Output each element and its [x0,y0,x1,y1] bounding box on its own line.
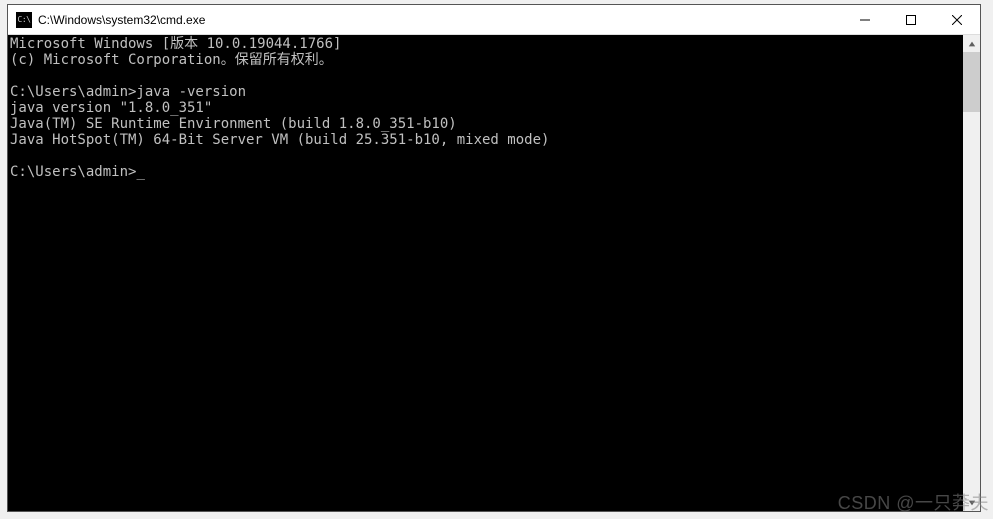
scroll-down-button[interactable] [963,494,980,511]
window-title: C:\Windows\system32\cmd.exe [38,13,842,27]
console-output[interactable]: Microsoft Windows [版本 10.0.19044.1766] (… [8,35,963,511]
titlebar[interactable]: C:\ C:\Windows\system32\cmd.exe [8,5,980,35]
client-area: Microsoft Windows [版本 10.0.19044.1766] (… [8,35,980,511]
maximize-button[interactable] [888,5,934,34]
scroll-up-button[interactable] [963,35,980,52]
cursor: _ [136,164,144,180]
close-button[interactable] [934,5,980,34]
cmd-window: C:\ C:\Windows\system32\cmd.exe Microsof… [7,4,981,512]
vertical-scrollbar[interactable] [963,35,980,511]
cmd-icon-text: C:\ [18,16,31,24]
chevron-up-icon [968,40,976,48]
chevron-down-icon [968,499,976,507]
window-controls [842,5,980,34]
minimize-button[interactable] [842,5,888,34]
cmd-icon: C:\ [16,12,32,28]
minimize-icon [860,15,870,25]
scrollbar-track[interactable] [963,52,980,494]
maximize-icon [906,15,916,25]
scrollbar-thumb[interactable] [963,52,980,112]
close-icon [952,15,962,25]
